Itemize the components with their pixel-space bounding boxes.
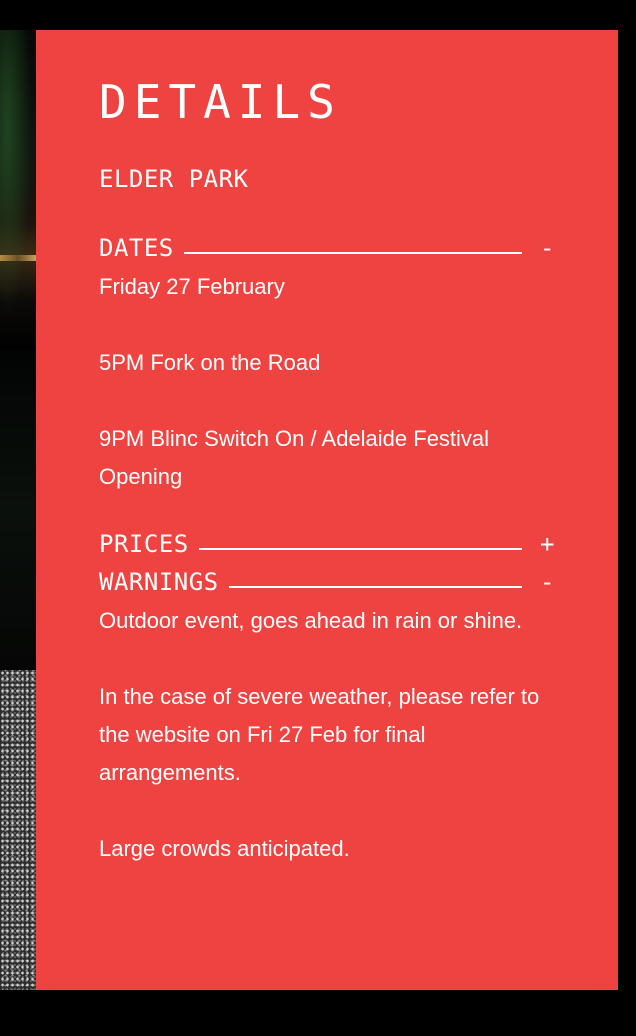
dates-content: Friday 27 February 5PM Fork on the Road … [99, 268, 559, 496]
warnings-section-toggle[interactable]: WARNINGS - [99, 565, 554, 599]
background-photo-strip [0, 30, 36, 990]
schedule-item: 5PM Fork on the Road [99, 350, 321, 375]
date-line: Friday 27 February [99, 274, 285, 299]
warning-item: Outdoor event, goes ahead in rain or shi… [99, 608, 523, 633]
background-photo-crowd [0, 670, 36, 990]
schedule-item: 9PM Blinc Switch On / Adelaide Festival … [99, 426, 490, 489]
venue-name: ELDER PARK [99, 165, 249, 193]
warnings-divider [228, 586, 522, 588]
collapse-icon[interactable]: - [540, 231, 554, 265]
warnings-label: WARNINGS [99, 568, 219, 596]
background-photo-night-river [0, 30, 36, 350]
warning-item: Large crowds anticipated. [99, 836, 350, 861]
prices-label: PRICES [99, 530, 189, 558]
dates-section-toggle[interactable]: DATES - [99, 231, 554, 265]
prices-divider [198, 548, 522, 550]
warning-item: In the case of severe weather, please re… [99, 684, 540, 785]
dates-divider [183, 252, 522, 254]
expand-icon[interactable]: + [540, 527, 554, 561]
collapse-icon[interactable]: - [540, 565, 554, 599]
background-photo-dark [0, 350, 36, 670]
prices-section-toggle[interactable]: PRICES + [99, 527, 554, 561]
details-panel: DETAILS ELDER PARK DATES - Friday 27 Feb… [36, 30, 618, 990]
dates-label: DATES [99, 234, 174, 262]
details-heading: DETAILS [99, 75, 342, 129]
warnings-content: Outdoor event, goes ahead in rain or shi… [99, 602, 559, 868]
